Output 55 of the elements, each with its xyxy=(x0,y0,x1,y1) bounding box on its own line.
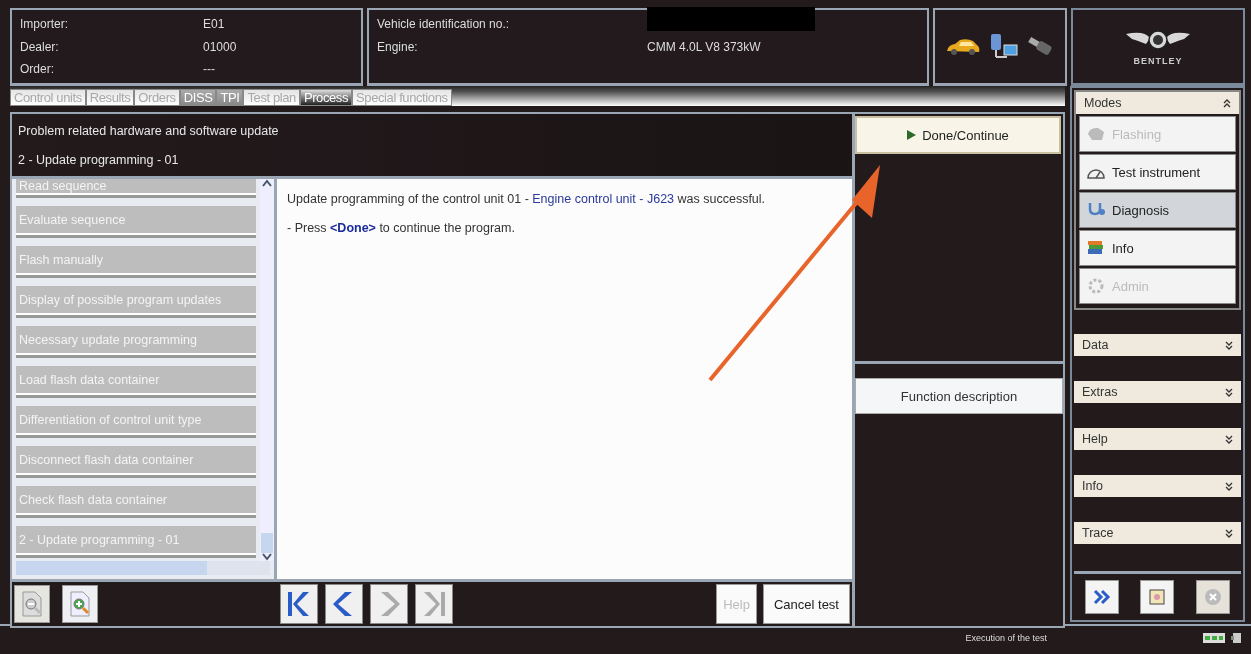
mode-button[interactable]: Test instrument xyxy=(1079,154,1236,190)
brand-name: BENTLEY xyxy=(1133,55,1183,66)
field-value: 01000 xyxy=(203,39,237,54)
play-icon xyxy=(907,129,917,140)
scroll-up-icon[interactable] xyxy=(262,179,272,187)
field-value: E01 xyxy=(203,16,225,31)
field-label: Importer: xyxy=(20,16,69,31)
process-step: 2 - Update programming - 01 xyxy=(18,152,846,167)
field-label: Engine: xyxy=(377,40,419,54)
done-continue-button[interactable]: Done/Continue xyxy=(855,116,1061,154)
horizontal-scrollbar[interactable] xyxy=(16,561,270,575)
zoom-in-icon xyxy=(69,591,91,617)
connection-indicator-icon xyxy=(1203,633,1225,643)
expand-icon xyxy=(1225,340,1233,350)
mode-button[interactable]: Diagnosis xyxy=(1079,192,1236,228)
function-description-button[interactable]: Function description xyxy=(855,378,1063,414)
section-header[interactable]: Help xyxy=(1074,428,1241,450)
forward-button[interactable] xyxy=(1084,580,1119,614)
expand-icon xyxy=(1225,387,1233,397)
scroll-thumb[interactable] xyxy=(261,533,273,553)
tab[interactable]: Process xyxy=(299,89,353,106)
cancel-test-button[interactable]: Cancel test xyxy=(762,584,850,624)
power-plug-icon xyxy=(1231,631,1243,645)
tab[interactable]: DISS xyxy=(179,89,217,106)
zoom-out-icon xyxy=(21,591,43,617)
section-header[interactable]: Info xyxy=(1074,475,1241,497)
scroll-thumb[interactable] xyxy=(16,561,207,575)
collapse-icon xyxy=(1223,98,1231,108)
expand-icon xyxy=(1225,481,1233,491)
expand-icon xyxy=(1225,528,1233,538)
field-label: Dealer: xyxy=(20,39,60,54)
section-header[interactable]: Extras xyxy=(1074,381,1241,403)
fit-view-button[interactable] xyxy=(1140,580,1175,614)
car-icon[interactable] xyxy=(945,36,981,57)
message-text: - Press <Done> to continue the program. xyxy=(287,222,516,236)
scroll-down-icon[interactable] xyxy=(262,553,272,561)
first-button[interactable] xyxy=(280,584,318,624)
field-value: CMM 4.0L V8 373kW xyxy=(647,40,761,54)
books-icon xyxy=(1086,239,1106,257)
status-text: Execution of the test xyxy=(965,633,1047,643)
zoom-in-button[interactable] xyxy=(62,585,98,623)
field-value: --- xyxy=(203,62,215,77)
mode-button[interactable]: Info xyxy=(1079,230,1236,266)
field-label: Order: xyxy=(20,62,55,77)
gear-icon xyxy=(1086,277,1106,295)
expand-icon xyxy=(1225,434,1233,444)
section-header[interactable]: Data xyxy=(1074,334,1241,356)
process-title: Problem related hardware and software update xyxy=(18,123,280,138)
vertical-scrollbar[interactable] xyxy=(260,179,274,561)
message-text: Update programming of the control unit 01 - Engine control unit - J623 was successful. xyxy=(287,193,767,207)
tab[interactable]: TPI xyxy=(216,89,244,106)
previous-button[interactable] xyxy=(325,584,363,624)
field-label: Vehicle identification no.: xyxy=(377,17,511,31)
section-header[interactable]: Trace xyxy=(1074,522,1241,544)
section-header[interactable]: Modes xyxy=(1076,92,1239,114)
